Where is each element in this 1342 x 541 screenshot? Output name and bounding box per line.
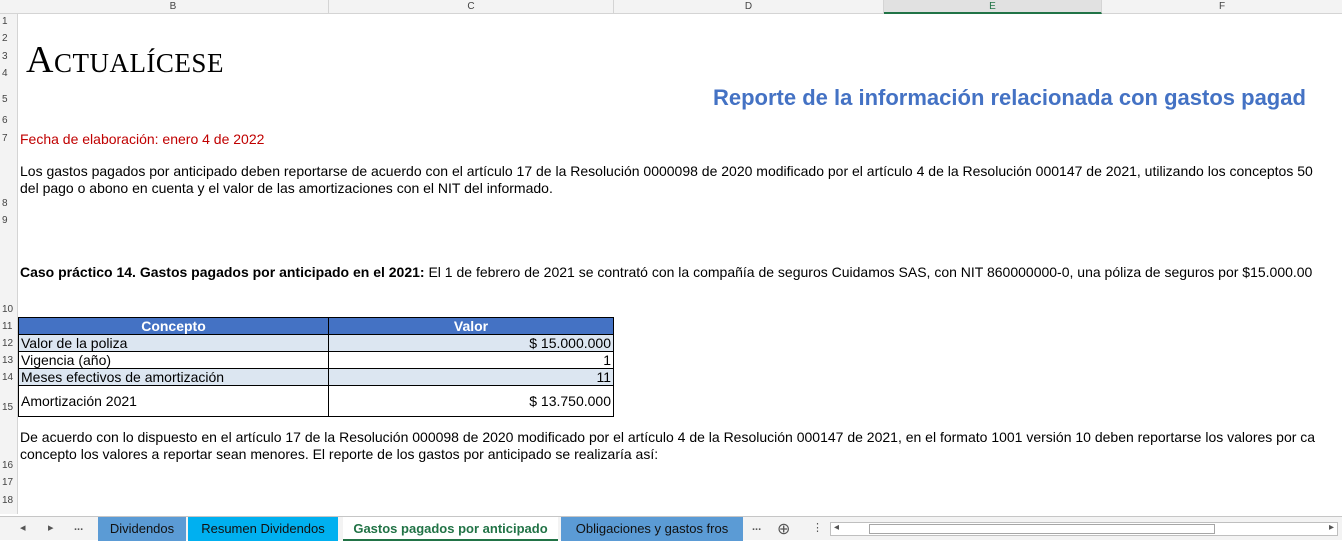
row-header[interactable]: 14 [0,372,17,383]
row-header[interactable]: 11 [0,321,17,332]
fecha-elaboracion: Fecha de elaboración: enero 4 de 2022 [20,131,265,147]
splitter-icon[interactable]: ⋮ [812,521,823,534]
column-header-d[interactable]: D [614,0,884,14]
column-header-b[interactable]: B [18,0,329,14]
next-sheet-icon[interactable]: ▸ [48,521,54,534]
tab-gastos-pagados[interactable]: Gastos pagados por anticipado [343,517,558,541]
row-header[interactable]: 16 [0,460,17,471]
row-header[interactable]: 5 [0,94,17,105]
column-header-c[interactable]: C [329,0,614,14]
row-header[interactable]: 15 [0,402,17,413]
row-header[interactable]: 7 [0,133,17,144]
row-header[interactable]: 18 [0,495,17,506]
tab-dividendos[interactable]: Dividendos [98,517,186,541]
cell-valor[interactable]: 11 [328,368,614,386]
tab-obligaciones[interactable]: Obligaciones y gastos fros [561,517,743,541]
row-header[interactable]: 4 [0,68,17,79]
header-concepto[interactable]: Concepto [18,317,329,335]
row-header[interactable]: 1 [0,16,17,27]
cell-concepto[interactable]: Vigencia (año) [18,351,329,369]
intro-line: Los gastos pagados por anticipado deben … [20,163,1313,179]
company-logo: Actualícese [26,39,224,81]
cell-valor[interactable]: 1 [328,351,614,369]
scroll-right-icon[interactable]: ▸ [1329,522,1334,533]
caso-text: El 1 de febrero de 2021 se contrató con … [424,264,1313,280]
sheet-tab-bar: ◂ ▸ ... Dividendos Resumen Dividendos Ga… [0,516,1342,541]
caso-title: Caso práctico 14. Gastos pagados por ant… [20,264,425,280]
intro-paragraph: Los gastos pagados por anticipado deben … [20,163,1313,197]
caso-practico: Caso práctico 14. Gastos pagados por ant… [20,264,1312,281]
scrollbar-thumb[interactable] [869,524,1215,534]
cell-concepto[interactable]: Valor de la poliza [18,334,329,352]
row-header[interactable]: 2 [0,33,17,44]
scroll-left-icon[interactable]: ◂ [834,522,839,533]
closing-line: concepto los valores a reportar sean men… [20,446,659,462]
cell-valor[interactable]: $ 13.750.000 [328,385,614,417]
row-header[interactable]: 8 [0,198,17,209]
row-header[interactable]: 17 [0,477,17,488]
row-header[interactable]: 6 [0,115,17,126]
add-sheet-icon[interactable]: ⊕ [777,519,790,539]
closing-line: De acuerdo con lo dispuesto en el artícu… [20,429,1316,445]
cell-concepto[interactable]: Amortización 2021 [18,385,329,417]
intro-line: del pago o abono en cuenta y el valor de… [20,180,553,196]
prev-sheet-icon[interactable]: ◂ [20,521,26,534]
row-header[interactable]: 10 [0,304,17,315]
column-header-bar: B C D E F [0,0,1342,14]
more-sheets-left[interactable]: ... [74,521,83,533]
more-sheets-right[interactable]: ... [752,521,761,533]
tab-resumen-dividendos[interactable]: Resumen Dividendos [188,517,338,541]
row-header-bar: 1 2 3 4 5 6 7 8 9 10 11 12 13 14 15 16 1… [0,14,18,514]
horizontal-scrollbar[interactable]: ◂ ▸ [830,522,1338,536]
header-valor[interactable]: Valor [328,317,614,335]
row-header[interactable]: 9 [0,215,17,226]
column-header-e[interactable]: E [884,0,1102,14]
column-header-f[interactable]: F [1102,0,1342,14]
concept-value-table: Concepto Valor Valor de la poliza $ 15.0… [18,317,614,417]
row-header[interactable]: 12 [0,338,17,349]
report-title: Reporte de la información relacionada co… [713,85,1306,110]
cell-valor[interactable]: $ 15.000.000 [328,334,614,352]
row-header[interactable]: 3 [0,51,17,62]
row-header[interactable]: 13 [0,355,17,366]
closing-paragraph: De acuerdo con lo dispuesto en el artícu… [20,429,1315,463]
cell-concepto[interactable]: Meses efectivos de amortización [18,368,329,386]
